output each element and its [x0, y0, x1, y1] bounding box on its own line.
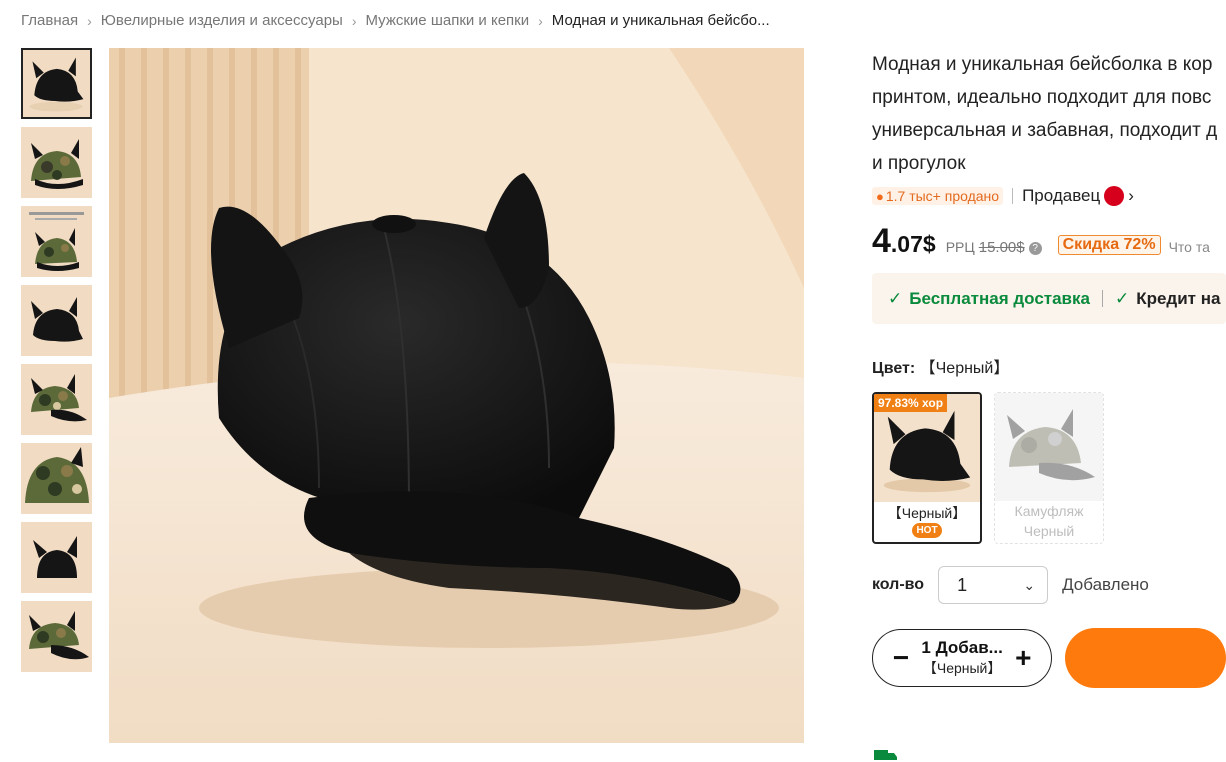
- product-info: Модная и уникальная бейсболка в кор прин…: [872, 48, 1226, 688]
- cart-status-sub: 【Черный】: [922, 660, 1002, 676]
- title-line: Модная и уникальная бейсболка в кор: [872, 54, 1213, 75]
- chevron-right-icon: ›: [538, 12, 543, 29]
- chevron-right-icon: ›: [87, 12, 92, 29]
- seller-link[interactable]: Продавец: [1022, 186, 1100, 206]
- sales-seller-row: ● 1.7 тыс+ продано Продавец ›: [872, 184, 1226, 208]
- title-line: универсальная и забавная, подходит д: [872, 120, 1218, 141]
- thumbnail-2[interactable]: [21, 127, 92, 198]
- minus-button[interactable]: −: [889, 644, 913, 672]
- color-label: Цвет:: [872, 360, 916, 377]
- color-selected: 【Черный】: [919, 360, 1010, 377]
- thumbnail-8[interactable]: [21, 601, 92, 672]
- breadcrumb: Главная › Ювелирные изделия и аксессуары…: [21, 12, 770, 29]
- thumbnail-4[interactable]: [21, 285, 92, 356]
- price-integer: 4: [872, 222, 891, 260]
- fire-icon: ●: [876, 188, 884, 204]
- swatch-label-line: Камуфляж: [1014, 503, 1084, 519]
- rrp-value: 15.00$: [978, 239, 1025, 256]
- product-title: Модная и уникальная бейсболка в кор прин…: [872, 48, 1226, 180]
- check-icon: ✓: [888, 288, 903, 308]
- swatch-label: Камуфляж Черный: [995, 501, 1103, 541]
- swatch-image: [995, 393, 1103, 501]
- plus-button[interactable]: +: [1011, 644, 1035, 672]
- cart-status-main: 1 Добав...: [921, 638, 1003, 657]
- credit-label: Кредит на: [1136, 288, 1221, 308]
- added-status: Добавлено: [1062, 575, 1149, 594]
- price-row: 4 .07$ РРЦ 15.00$ ? Скидка 72% Что та: [872, 222, 1226, 261]
- free-shipping-label: Бесплатная доставка: [909, 288, 1090, 308]
- buy-button[interactable]: [1065, 628, 1226, 688]
- action-row: − 1 Добав... 【Черный】 +: [872, 628, 1226, 688]
- divider: [1101, 290, 1103, 307]
- swatch-black[interactable]: 97.83% хор 【Черный】 HOT: [872, 392, 982, 544]
- breadcrumb-home[interactable]: Главная: [21, 12, 78, 29]
- swatch-camo-black[interactable]: Камуфляж Черный: [994, 392, 1104, 544]
- breadcrumb-jewelry[interactable]: Ювелирные изделия и аксессуары: [101, 12, 343, 29]
- cart-stepper: − 1 Добав... 【Черный】 +: [872, 629, 1053, 687]
- chevron-down-icon: ⌄: [1023, 576, 1036, 593]
- swatch-label: 【Черный】: [887, 505, 967, 521]
- title-line: принтом, идеально подходит для повс: [872, 87, 1212, 108]
- color-selector-label: Цвет: 【Черный】: [872, 354, 1226, 378]
- price-extra-text[interactable]: Что та: [1169, 239, 1210, 255]
- thumbnail-7[interactable]: [21, 522, 92, 593]
- color-swatches: 97.83% хор 【Черный】 HOT Камуфляж Черный: [872, 392, 1226, 544]
- chevron-right-icon: ›: [351, 12, 357, 29]
- title-line: и прогулок: [872, 153, 966, 174]
- thumbnail-list: [21, 48, 92, 680]
- quantity-label: кол-во: [872, 576, 925, 593]
- divider: [1012, 188, 1014, 204]
- discount-badge: Скидка 72%: [1057, 235, 1161, 255]
- sold-count: 1.7 тыс+ продано: [885, 188, 1000, 204]
- cart-status: 1 Добав... 【Черный】: [921, 638, 1002, 678]
- main-product-image[interactable]: [109, 48, 804, 743]
- seller-logo-icon[interactable]: [1104, 186, 1125, 206]
- rating-badge: 97.83% хор: [874, 394, 948, 412]
- breadcrumb-mens-hats[interactable]: Мужские шапки и кепки: [366, 12, 530, 29]
- help-icon[interactable]: ?: [1028, 242, 1042, 255]
- price-fraction: .07$: [890, 231, 936, 257]
- swatch-label-line: Черный: [1023, 523, 1075, 539]
- hot-badge: HOT: [912, 523, 942, 538]
- thumbnail-1[interactable]: [21, 48, 92, 119]
- quantity-select[interactable]: 1 ⌄: [938, 566, 1049, 604]
- quantity-row: кол-во 1 ⌄ Добавлено: [872, 566, 1226, 604]
- thumbnail-3[interactable]: [21, 206, 92, 277]
- rrp-label: РРЦ: [945, 239, 975, 255]
- quantity-value: 1: [957, 574, 968, 595]
- sold-count-badge: ● 1.7 тыс+ продано: [872, 187, 1004, 205]
- benefits-bar[interactable]: ✓ Бесплатная доставка ✓ Кредит на: [872, 273, 1226, 324]
- chevron-right-icon[interactable]: ›: [1128, 186, 1134, 206]
- thumbnail-6[interactable]: [21, 443, 92, 514]
- check-icon: ✓: [1114, 288, 1130, 308]
- thumbnail-5[interactable]: [21, 364, 92, 435]
- breadcrumb-current: Модная и уникальная бейсбо...: [551, 12, 770, 29]
